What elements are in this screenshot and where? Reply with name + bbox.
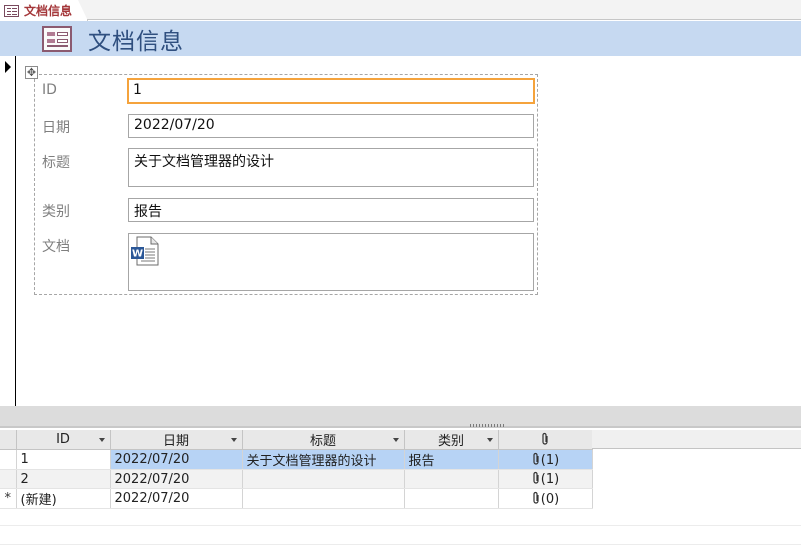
category-field[interactable]: 报告 <box>128 198 534 222</box>
cell-attachment[interactable]: (0) <box>498 488 593 509</box>
cell-category[interactable]: 报告 <box>404 449 499 470</box>
paperclip-icon <box>533 491 539 504</box>
date-field[interactable]: 2022/07/20 <box>128 114 534 138</box>
column-header-title[interactable]: 标题 <box>242 430 405 450</box>
datasheet: ID 日期 标题 类别 1 2022/07/20 关于文档管理器的设计 报告 (… <box>0 430 801 560</box>
current-record-arrow-icon <box>5 61 11 73</box>
document-tab-strip: 文档信息 <box>0 0 801 21</box>
attachment-count: (0) <box>540 491 560 507</box>
document-label: 文档 <box>42 239 70 255</box>
cell-title[interactable]: 关于文档管理器的设计 <box>242 449 405 470</box>
column-header-id[interactable]: ID <box>16 430 111 450</box>
document-attachment-field[interactable]: W <box>128 233 534 291</box>
header-extension <box>592 430 801 449</box>
form-header: 文档信息 <box>0 21 801 56</box>
date-label: 日期 <box>42 120 70 136</box>
id-field[interactable]: 1 <box>127 78 535 104</box>
column-header-date[interactable]: 日期 <box>110 430 243 450</box>
row-selector[interactable] <box>0 449 17 470</box>
cell-category[interactable] <box>404 469 499 489</box>
datasheet-header-row: ID 日期 标题 类别 <box>0 430 593 450</box>
splitter-grip-icon[interactable] <box>470 424 506 427</box>
cell-title[interactable] <box>242 488 405 509</box>
title-field[interactable]: 关于文档管理器的设计 <box>128 148 534 187</box>
split-form-splitter[interactable] <box>0 406 801 428</box>
dropdown-arrow-icon[interactable] <box>486 438 493 442</box>
layout-move-handle-icon[interactable]: ✥ <box>25 66 38 79</box>
tab-document-info[interactable]: 文档信息 <box>0 0 88 21</box>
cell-id[interactable]: (新建) <box>16 488 111 509</box>
page-title: 文档信息 <box>88 28 184 55</box>
select-all-cell[interactable] <box>0 430 17 450</box>
attachment-count: (1) <box>540 472 560 487</box>
cell-id[interactable]: 1 <box>16 449 111 470</box>
cell-date[interactable]: 2022/07/20 <box>110 469 243 489</box>
id-label: ID <box>42 82 57 98</box>
paperclip-icon <box>533 452 539 465</box>
category-label: 类别 <box>42 204 70 220</box>
new-record-icon[interactable]: * <box>0 488 17 509</box>
empty-grid-area <box>0 507 801 560</box>
table-row[interactable]: 1 2022/07/20 关于文档管理器的设计 报告 (1) <box>0 449 593 470</box>
table-row[interactable]: 2 2022/07/20 (1) <box>0 469 593 489</box>
datasheet-table: ID 日期 标题 类别 1 2022/07/20 关于文档管理器的设计 报告 (… <box>0 430 593 509</box>
row-selector[interactable] <box>0 469 17 489</box>
cell-attachment[interactable]: (1) <box>498 469 593 489</box>
attachment-count: (1) <box>540 452 560 468</box>
cell-category[interactable] <box>404 488 499 509</box>
cell-id[interactable]: 2 <box>16 469 111 489</box>
title-label: 标题 <box>42 155 70 171</box>
svg-text:W: W <box>132 249 143 260</box>
tab-label: 文档信息 <box>24 4 73 18</box>
column-header-category[interactable]: 类别 <box>404 430 499 450</box>
dropdown-arrow-icon[interactable] <box>392 438 399 442</box>
dropdown-arrow-icon[interactable] <box>230 438 237 442</box>
word-document-icon[interactable]: W <box>131 236 159 266</box>
cell-date[interactable]: 2022/07/20 <box>110 449 243 470</box>
column-header-attachment[interactable] <box>498 430 593 450</box>
cell-title[interactable] <box>242 469 405 489</box>
dropdown-arrow-icon[interactable] <box>98 438 105 442</box>
paperclip-icon <box>542 432 548 445</box>
table-row-new[interactable]: * (新建) 2022/07/20 (0) <box>0 488 593 509</box>
form-icon <box>4 4 19 17</box>
paperclip-icon <box>533 471 539 484</box>
record-selector[interactable] <box>0 56 16 406</box>
cell-date[interactable]: 2022/07/20 <box>110 488 243 509</box>
form-icon <box>42 25 72 52</box>
cell-attachment[interactable]: (1) <box>498 449 593 470</box>
